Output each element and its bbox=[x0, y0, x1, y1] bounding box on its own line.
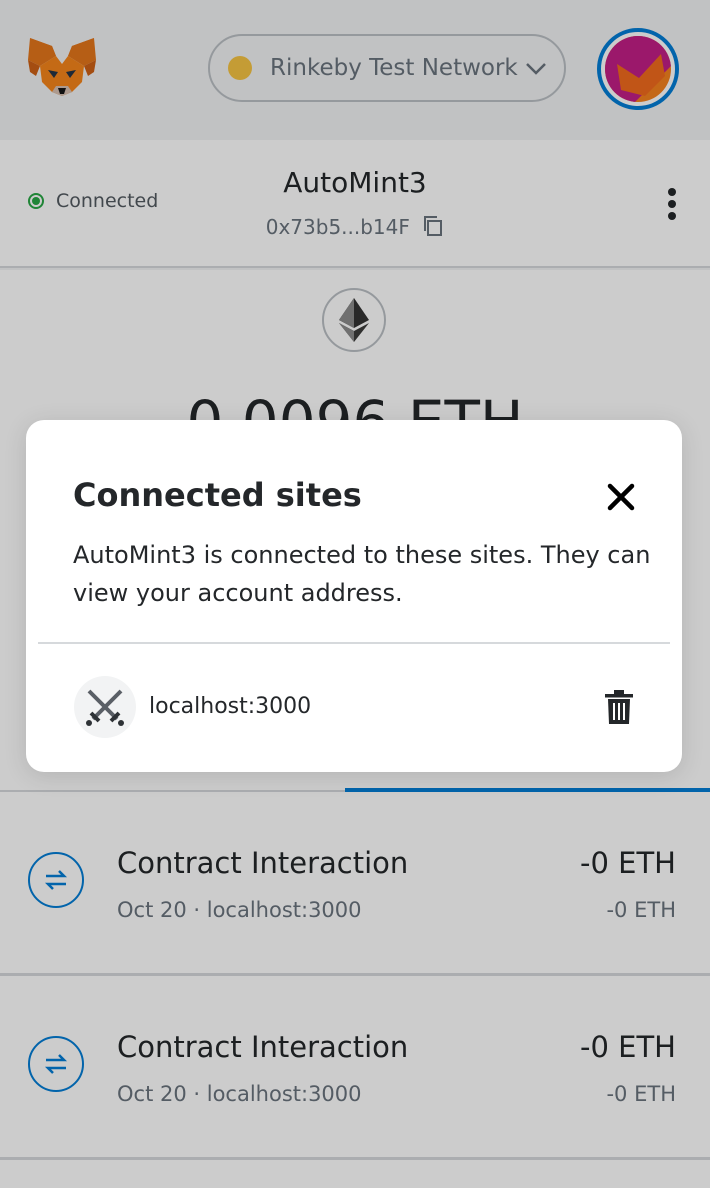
modal-divider bbox=[38, 642, 670, 644]
crossed-swords-icon bbox=[74, 676, 136, 738]
connected-site-label: localhost:3000 bbox=[149, 694, 312, 719]
modal-title: Connected sites bbox=[73, 476, 362, 514]
trash-icon[interactable] bbox=[604, 690, 634, 724]
close-icon[interactable] bbox=[606, 482, 636, 512]
connected-sites-modal: Connected sites AutoMint3 is connected t… bbox=[26, 420, 682, 772]
modal-description: AutoMint3 is connected to these sites. T… bbox=[73, 541, 651, 607]
